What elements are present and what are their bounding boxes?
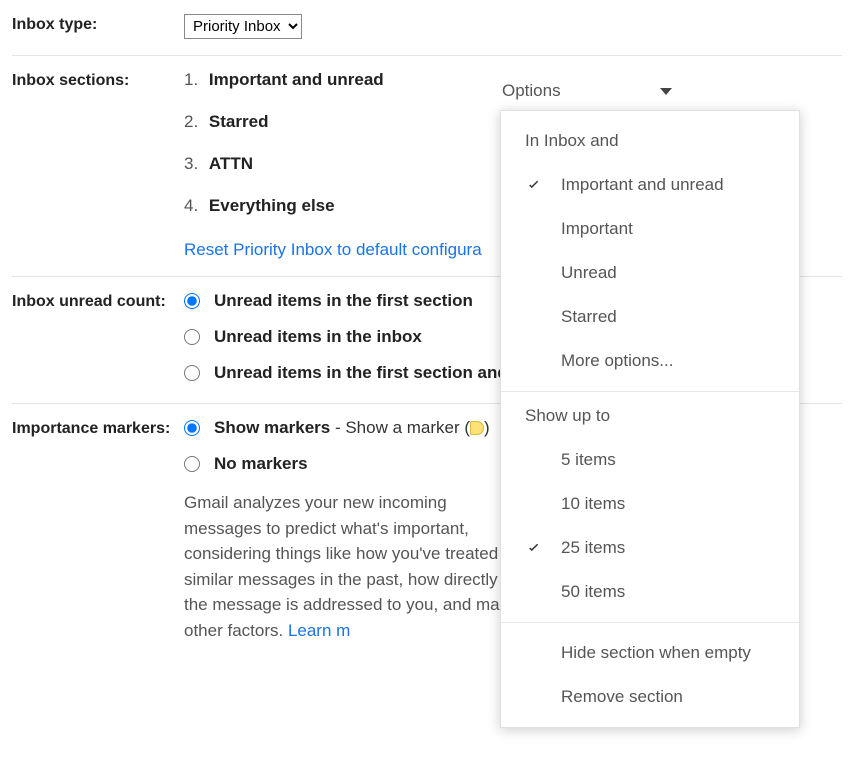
menu-item-25-items[interactable]: 25 items [501, 526, 799, 570]
menu-item-50-items[interactable]: 50 items [501, 570, 799, 614]
menu-item-more-options[interactable]: More options... [501, 339, 799, 383]
menu-group-header: Show up to [501, 400, 799, 438]
menu-item-label: Important [561, 219, 633, 239]
menu-item-remove-section[interactable]: Remove section [501, 675, 799, 719]
menu-item-label: Important and unread [561, 175, 724, 195]
menu-item-important-unread[interactable]: Important and unread [501, 163, 799, 207]
menu-item-important[interactable]: Important [501, 207, 799, 251]
caret-down-icon [660, 88, 672, 95]
importance-markers-label: Importance markers: [12, 418, 184, 438]
section-number: 2. [184, 112, 198, 131]
section-name: Important and unread [209, 70, 384, 89]
menu-divider [501, 622, 799, 623]
menu-item-label: Remove section [561, 687, 683, 707]
options-button-label: Options [502, 81, 561, 101]
menu-item-hide-when-empty[interactable]: Hide section when empty [501, 631, 799, 675]
menu-item-10-items[interactable]: 10 items [501, 482, 799, 526]
inbox-type-row: Inbox type: Priority Inbox [12, 8, 850, 51]
section-number: 3. [184, 154, 198, 173]
inbox-type-label: Inbox type: [12, 14, 184, 34]
menu-group-header: In Inbox and [501, 125, 799, 163]
menu-item-label: Unread [561, 263, 617, 283]
section-number: 4. [184, 196, 198, 215]
menu-item-starred[interactable]: Starred [501, 295, 799, 339]
section-number: 1. [184, 70, 198, 89]
menu-item-unread[interactable]: Unread [501, 251, 799, 295]
section-name: ATTN [209, 154, 253, 173]
radio-label: No markers [214, 454, 308, 474]
importance-marker-icon [470, 421, 484, 435]
radio-label: Unread items in the first section and [214, 363, 508, 383]
checkmark-icon [525, 176, 561, 194]
options-dropdown-menu: In Inbox and Important and unread Import… [500, 110, 800, 728]
menu-item-label: 25 items [561, 538, 625, 558]
menu-item-label: 50 items [561, 582, 625, 602]
unread-count-label: Inbox unread count: [12, 291, 184, 311]
options-dropdown-button[interactable]: Options [500, 76, 680, 106]
menu-item-label: Hide section when empty [561, 643, 751, 663]
learn-more-link[interactable]: Learn m [288, 621, 350, 640]
checkmark-icon [525, 539, 561, 557]
radio-input[interactable] [184, 456, 200, 472]
description-text: Gmail analyzes your new incoming message… [184, 493, 518, 640]
section-name: Starred [209, 112, 269, 131]
menu-item-5-items[interactable]: 5 items [501, 438, 799, 482]
menu-item-label: 5 items [561, 450, 616, 470]
radio-input[interactable] [184, 365, 200, 381]
radio-label: Unread items in the first section [214, 291, 473, 311]
importance-description: Gmail analyzes your new incoming message… [184, 490, 524, 643]
inbox-sections-label: Inbox sections: [12, 70, 184, 90]
radio-label: Unread items in the inbox [214, 327, 422, 347]
divider [12, 55, 842, 56]
radio-input[interactable] [184, 420, 200, 436]
menu-divider [501, 391, 799, 392]
radio-label: Show markers [214, 418, 330, 437]
section-name: Everything else [209, 196, 335, 215]
radio-suffix: - Show a marker ( [330, 418, 470, 437]
menu-item-label: More options... [561, 351, 673, 371]
inbox-type-select[interactable]: Priority Inbox [184, 14, 302, 39]
radio-input[interactable] [184, 293, 200, 309]
radio-input[interactable] [184, 329, 200, 345]
menu-item-label: Starred [561, 307, 617, 327]
reset-priority-inbox-link[interactable]: Reset Priority Inbox to default configur… [184, 240, 482, 260]
radio-suffix: ) [484, 418, 490, 437]
menu-item-label: 10 items [561, 494, 625, 514]
